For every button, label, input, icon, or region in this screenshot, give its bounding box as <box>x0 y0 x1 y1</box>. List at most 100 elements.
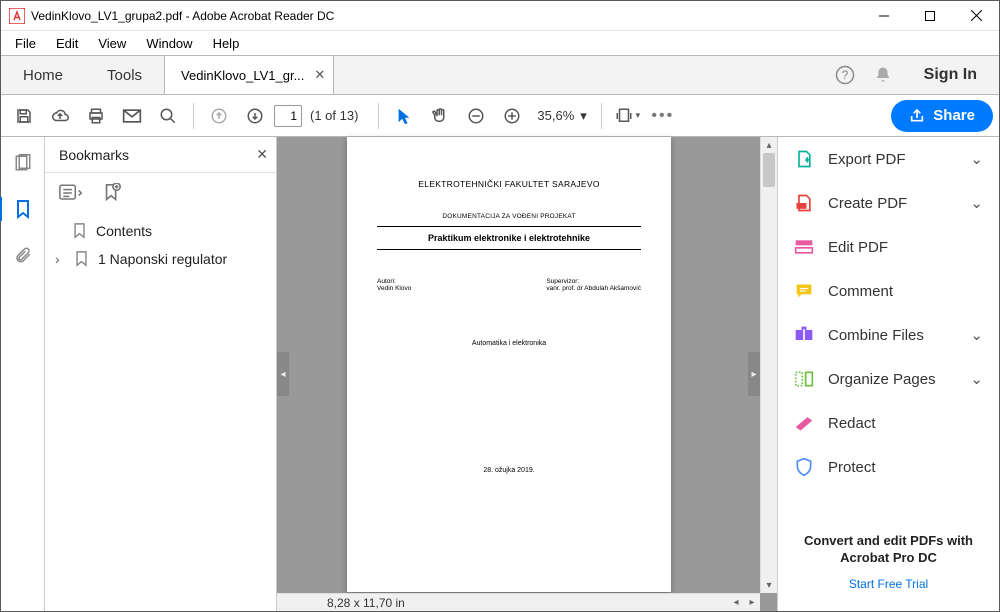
notifications-icon[interactable] <box>864 56 902 94</box>
doc-date: 28. ožujka 2019. <box>377 467 641 474</box>
tool-protect[interactable]: Protect <box>778 445 999 489</box>
menu-bar: File Edit View Window Help <box>1 31 999 55</box>
share-button[interactable]: Share <box>891 100 993 132</box>
menu-help[interactable]: Help <box>203 33 250 54</box>
zoom-out-icon[interactable] <box>459 99 493 133</box>
sign-in-button[interactable]: Sign In <box>902 56 999 94</box>
share-icon <box>909 108 925 124</box>
close-button[interactable] <box>953 1 999 31</box>
doc-supervisor-label: Supervizor: <box>546 278 641 285</box>
help-icon[interactable]: ? <box>826 56 864 94</box>
close-panel-icon[interactable]: ✕ <box>256 146 268 163</box>
organize-pages-icon <box>794 369 814 389</box>
chevron-down-icon: ⌄ <box>970 370 983 388</box>
comment-icon <box>794 281 814 301</box>
menu-view[interactable]: View <box>88 33 136 54</box>
save-icon[interactable] <box>7 99 41 133</box>
page-number-input[interactable] <box>274 105 302 127</box>
doc-author: Vedin Klovo <box>377 285 411 292</box>
doc-title: Praktikum elektronike i elektrotehnike <box>377 233 641 243</box>
nav-home[interactable]: Home <box>1 56 85 94</box>
chevron-down-icon: ▾ <box>580 108 587 124</box>
close-tab-icon[interactable]: ✕ <box>314 67 325 83</box>
new-bookmark-icon[interactable] <box>103 183 121 203</box>
menu-file[interactable]: File <box>5 33 46 54</box>
combine-files-icon <box>794 325 814 345</box>
select-tool-icon[interactable] <box>387 99 421 133</box>
top-nav: Home Tools VedinKlovo_LV1_gr... ✕ ? Sign… <box>1 55 999 95</box>
chevron-down-icon: ⌄ <box>970 326 983 344</box>
promo-link[interactable]: Start Free Trial <box>794 577 983 591</box>
tools-panel: Export PDF ⌄ Create PDF ⌄ Edit PDF Comme… <box>777 137 999 611</box>
zoom-in-icon[interactable] <box>495 99 529 133</box>
print-icon[interactable] <box>79 99 113 133</box>
tool-create-pdf[interactable]: Create PDF ⌄ <box>778 181 999 225</box>
vertical-scrollbar[interactable]: ▴ ▾ <box>760 137 777 593</box>
bookmarks-panel: Bookmarks ✕ Contents › 1 Naponski regula… <box>45 137 277 611</box>
collapse-left-handle[interactable]: ◂ <box>277 352 289 396</box>
maximize-button[interactable] <box>907 1 953 31</box>
menu-window[interactable]: Window <box>136 33 202 54</box>
chevron-down-icon: ⌄ <box>970 194 983 212</box>
bookmark-label: 1 Naponski regulator <box>98 251 227 267</box>
create-pdf-icon <box>794 193 814 213</box>
more-tools-icon[interactable]: ••• <box>646 99 680 133</box>
protect-icon <box>794 457 814 477</box>
document-tab-label: VedinKlovo_LV1_gr... <box>181 68 304 83</box>
scroll-left-arrow[interactable]: ◂ <box>728 597 744 608</box>
minimize-button[interactable] <box>861 1 907 31</box>
horizontal-scrollbar[interactable]: 8,28 x 11,70 in ◂ ▸ <box>277 593 760 611</box>
edit-pdf-icon <box>794 237 814 257</box>
prev-page-icon[interactable] <box>202 99 236 133</box>
tool-organize-pages[interactable]: Organize Pages ⌄ <box>778 357 999 401</box>
nav-tools[interactable]: Tools <box>85 56 164 94</box>
tool-redact[interactable]: Redact <box>778 401 999 445</box>
tool-edit-pdf[interactable]: Edit PDF <box>778 225 999 269</box>
redact-icon <box>794 413 814 433</box>
scroll-thumb[interactable] <box>763 153 775 187</box>
pdf-page: ELEKTROTEHNIČKI FAKULTET SARAJEVO DOKUME… <box>347 137 671 592</box>
promo-box: Convert and edit PDFs with Acrobat Pro D… <box>778 521 999 611</box>
page-total-label: (1 of 13) <box>310 108 358 123</box>
document-viewport[interactable]: ◂ ▸ ELEKTROTEHNIČKI FAKULTET SARAJEVO DO… <box>277 137 777 611</box>
tool-combine-files[interactable]: Combine Files ⌄ <box>778 313 999 357</box>
zoom-level-dropdown[interactable]: 35,6%▾ <box>531 108 592 124</box>
cloud-upload-icon[interactable] <box>43 99 77 133</box>
bookmarks-icon[interactable] <box>0 197 43 221</box>
scroll-up-arrow[interactable]: ▴ <box>761 137 777 153</box>
bookmark-ribbon-icon <box>75 251 88 267</box>
bookmark-label: Contents <box>96 223 152 239</box>
bookmark-item[interactable]: Contents <box>45 217 276 245</box>
page-fit-icon[interactable]: ▾ <box>610 99 644 133</box>
document-tab[interactable]: VedinKlovo_LV1_gr... ✕ <box>164 56 334 94</box>
email-icon[interactable] <box>115 99 149 133</box>
doc-author-label: Autori: <box>377 278 411 285</box>
promo-heading: Convert and edit PDFs with Acrobat Pro D… <box>794 533 983 567</box>
app-icon <box>9 8 25 24</box>
tool-comment[interactable]: Comment <box>778 269 999 313</box>
search-icon[interactable] <box>151 99 185 133</box>
export-pdf-icon <box>794 149 814 169</box>
doc-supervisor: vanr. prof. dr Abdulah Akšamović <box>546 285 641 292</box>
title-bar: VedinKlovo_LV1_grupa2.pdf - Adobe Acroba… <box>1 1 999 31</box>
tool-export-pdf[interactable]: Export PDF ⌄ <box>778 137 999 181</box>
expand-icon[interactable]: › <box>55 251 65 267</box>
thumbnails-icon[interactable] <box>11 151 35 175</box>
scroll-down-arrow[interactable]: ▾ <box>761 577 777 593</box>
menu-edit[interactable]: Edit <box>46 33 88 54</box>
doc-course: Automatika i elektronika <box>377 340 641 347</box>
doc-subtitle: DOKUMENTACIJA ZA VOĐENI PROJEKAT <box>377 213 641 220</box>
page-dimensions: 8,28 x 11,70 in <box>277 596 405 610</box>
collapse-right-handle[interactable]: ▸ <box>748 352 760 396</box>
svg-text:?: ? <box>841 68 848 82</box>
bookmark-item[interactable]: › 1 Naponski regulator <box>45 245 276 273</box>
toolbar: (1 of 13) 35,6%▾ ▾ ••• Share <box>1 95 999 137</box>
bookmark-options-icon[interactable] <box>59 184 83 202</box>
left-rail <box>1 137 45 611</box>
scroll-right-arrow[interactable]: ▸ <box>744 597 760 608</box>
attachments-icon[interactable] <box>11 243 35 267</box>
main-area: Bookmarks ✕ Contents › 1 Naponski regula… <box>1 137 999 611</box>
doc-university: ELEKTROTEHNIČKI FAKULTET SARAJEVO <box>377 179 641 189</box>
next-page-icon[interactable] <box>238 99 272 133</box>
hand-tool-icon[interactable] <box>423 99 457 133</box>
